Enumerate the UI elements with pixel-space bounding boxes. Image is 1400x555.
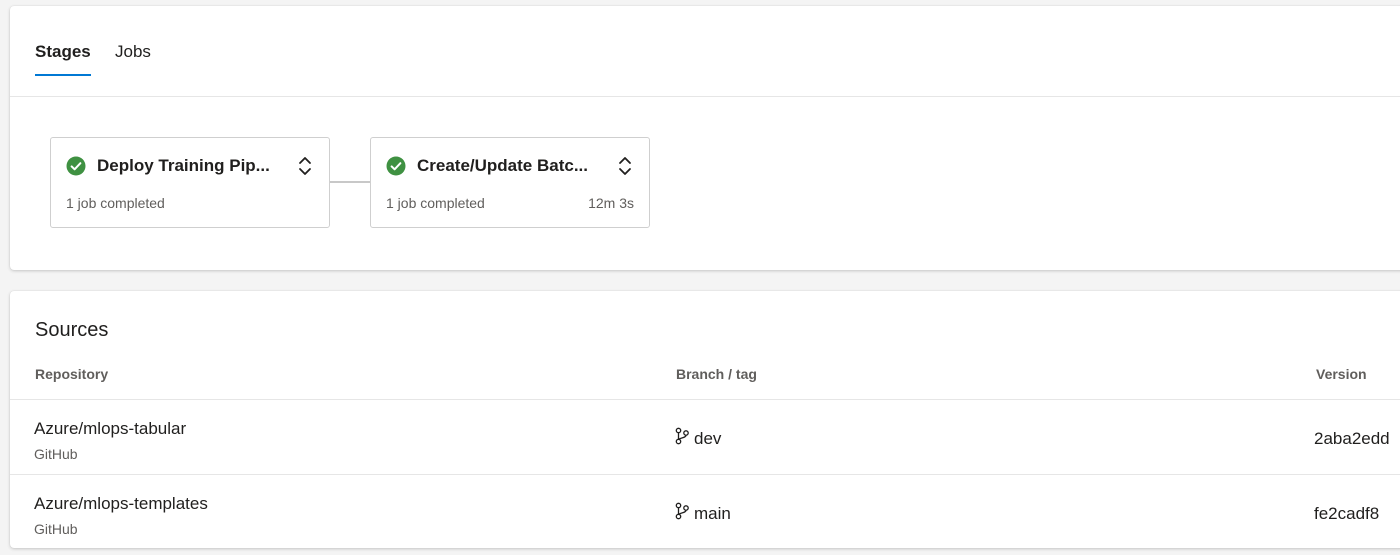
sources-card: Sources Repository Branch / tag Version … bbox=[10, 291, 1400, 548]
column-header-version: Version bbox=[1316, 366, 1367, 382]
stage-create-update-batch[interactable]: Create/Update Batc... 1 job completed 12… bbox=[370, 137, 650, 228]
table-row[interactable]: Azure/mlops-templates GitHub main fe2cad… bbox=[10, 474, 1400, 549]
stage-status: 1 job completed bbox=[386, 195, 485, 211]
tab-jobs[interactable]: Jobs bbox=[115, 42, 151, 62]
branch-icon bbox=[675, 427, 689, 445]
repository-provider: GitHub bbox=[34, 521, 78, 537]
branch-name: main bbox=[694, 504, 731, 523]
stages-card: Stages Jobs Deploy Training Pip... 1 job… bbox=[10, 6, 1400, 270]
commit-version[interactable]: 2aba2edd bbox=[1314, 429, 1390, 449]
check-circle-icon bbox=[66, 156, 86, 176]
stage-name: Deploy Training Pip... bbox=[97, 156, 270, 175]
stage-name: Create/Update Batc... bbox=[417, 156, 588, 175]
column-header-repository: Repository bbox=[35, 366, 109, 382]
stage-duration: 12m 3s bbox=[588, 195, 634, 211]
table-row[interactable]: Azure/mlops-tabular GitHub dev 2aba2edd bbox=[10, 399, 1400, 474]
stage-connector bbox=[329, 181, 370, 183]
tab-bar: Stages Jobs bbox=[10, 6, 1400, 97]
check-circle-icon bbox=[386, 156, 406, 176]
chevron-up-down-icon[interactable] bbox=[617, 155, 633, 177]
repository-name[interactable]: Azure/mlops-templates bbox=[34, 494, 208, 514]
sources-title: Sources bbox=[35, 319, 109, 341]
chevron-up-down-icon[interactable] bbox=[297, 155, 313, 177]
stage-deploy-training-pipeline[interactable]: Deploy Training Pip... 1 job completed bbox=[50, 137, 330, 228]
branch-icon bbox=[675, 502, 689, 520]
column-header-branch: Branch / tag bbox=[676, 366, 757, 382]
tab-stages[interactable]: Stages bbox=[35, 42, 91, 76]
commit-version[interactable]: fe2cadf8 bbox=[1314, 504, 1379, 524]
repository-name[interactable]: Azure/mlops-tabular bbox=[34, 419, 186, 439]
repository-provider: GitHub bbox=[34, 446, 78, 462]
stage-status: 1 job completed bbox=[66, 195, 165, 211]
branch-name: dev bbox=[694, 429, 722, 448]
